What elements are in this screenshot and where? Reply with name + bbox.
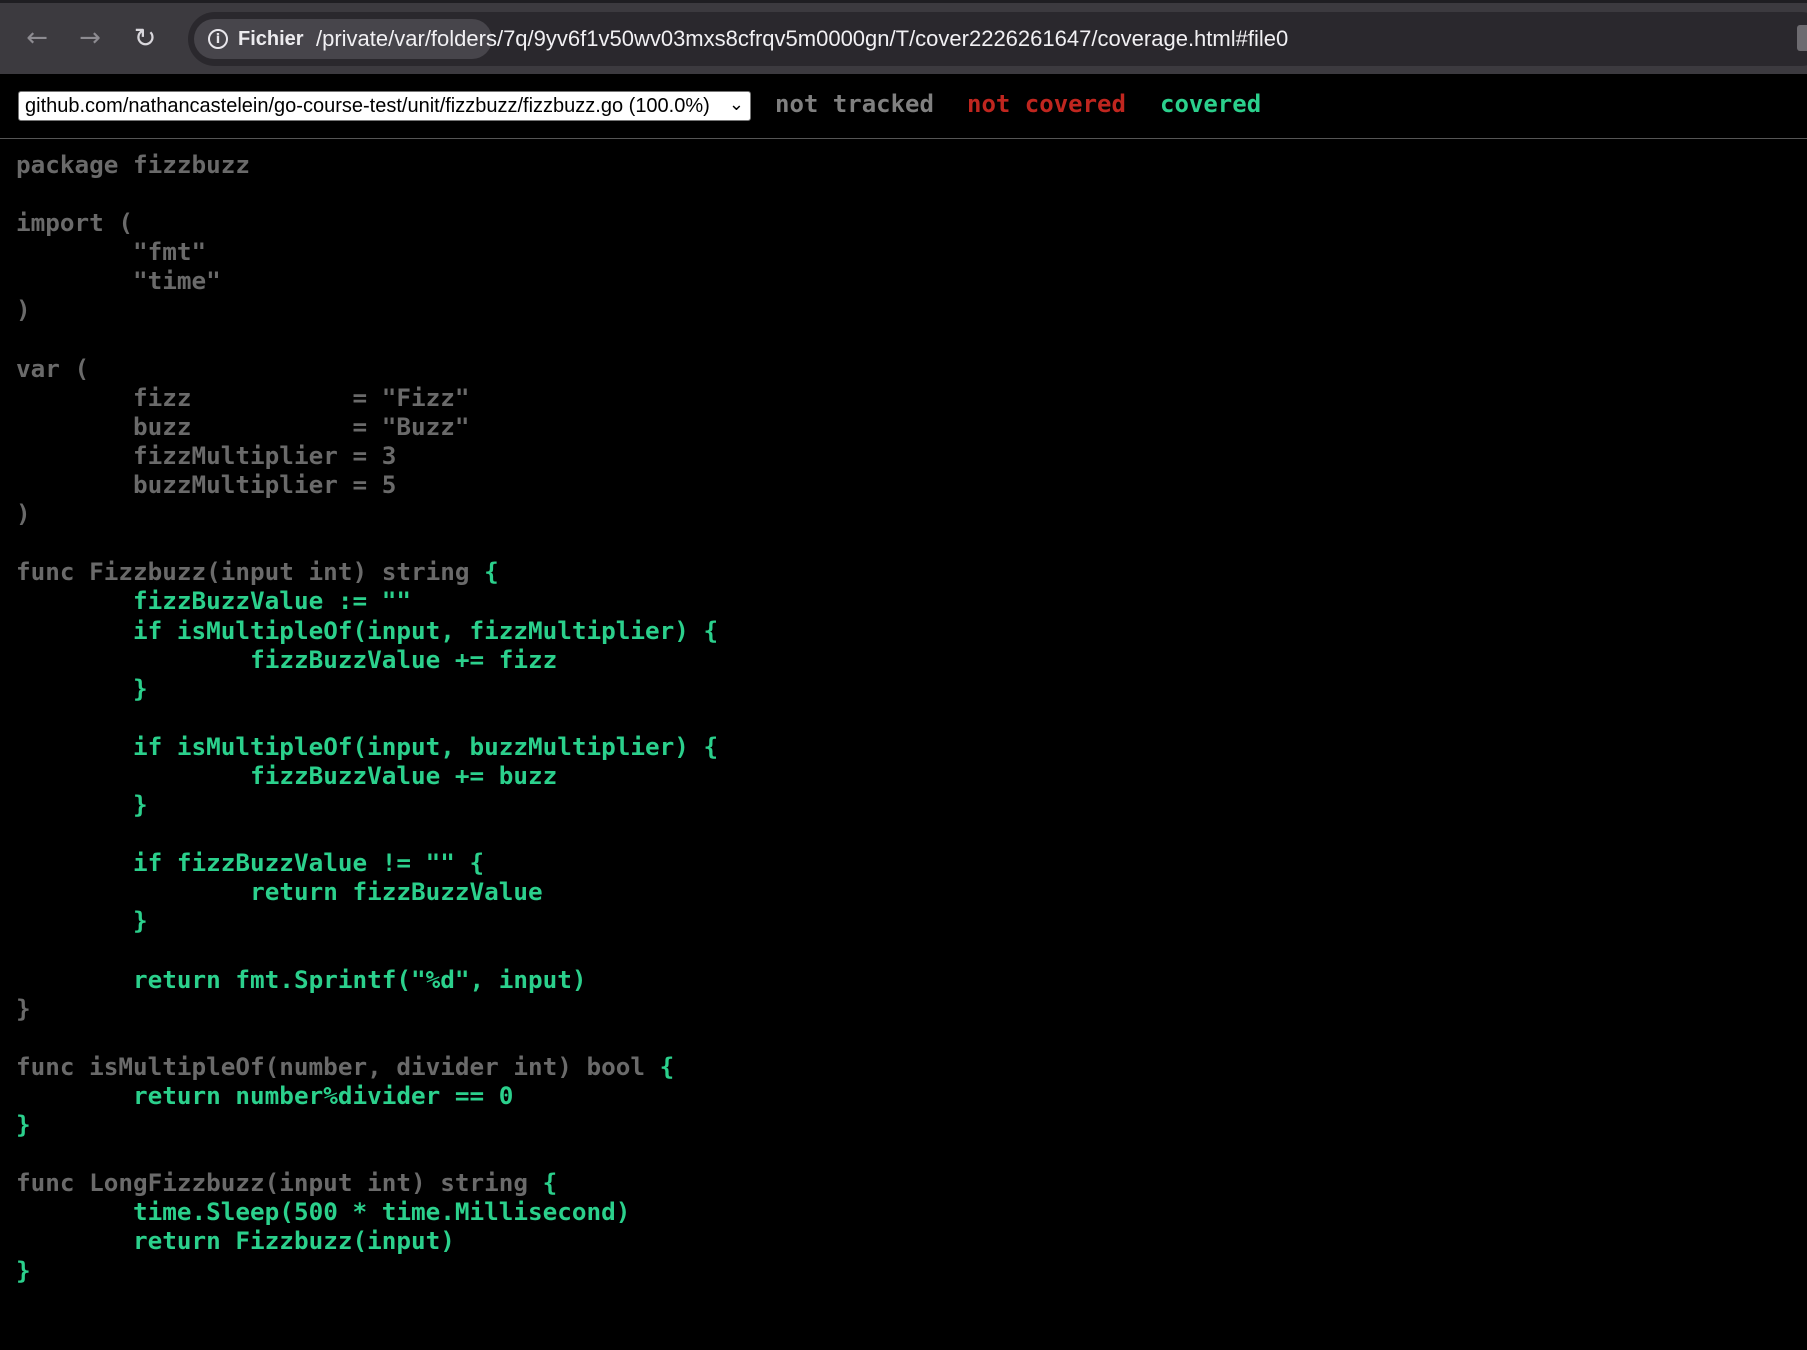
site-info-label: Fichier <box>238 27 304 50</box>
reload-button[interactable]: ↻ <box>128 21 162 55</box>
code-not-tracked: func LongFizzbuzz(input int) string <box>16 1168 528 1198</box>
browser-toolbar: ← → ↻ i Fichier /private/var/folders/7q/… <box>0 0 1807 74</box>
file-select-value: github.com/nathancastelein/go-course-tes… <box>25 94 710 117</box>
coverage-topbar: github.com/nathancastelein/go-course-tes… <box>0 74 1807 139</box>
code-covered: { fizzBuzzValue := "" if isMultipleOf(in… <box>133 557 719 994</box>
reload-icon: ↻ <box>133 22 157 54</box>
arrow-right-icon: → <box>79 23 101 53</box>
arrow-left-icon: ← <box>26 23 48 53</box>
chevron-down-icon: ⌄ <box>728 94 744 115</box>
forward-button[interactable]: → <box>73 21 107 55</box>
address-bar[interactable]: i Fichier /private/var/folders/7q/9yv6f1… <box>188 12 1807 66</box>
info-icon: i <box>208 29 228 49</box>
source-code: package fizzbuzz import ( "fmt" "time" )… <box>16 150 718 1285</box>
url-text[interactable]: /private/var/folders/7q/9yv6f1v50wv03mxs… <box>316 26 1288 52</box>
extension-icon[interactable] <box>1797 25 1807 51</box>
code-not-tracked: package fizzbuzz import ( "fmt" "time" )… <box>16 150 470 587</box>
legend-not-covered: not covered <box>967 90 1126 118</box>
legend-not-tracked: not tracked <box>775 90 934 118</box>
legend-covered: covered <box>1160 90 1262 118</box>
code-not-tracked: } func isMultipleOf(number, divider int)… <box>16 993 646 1081</box>
file-select[interactable]: github.com/nathancastelein/go-course-tes… <box>18 91 751 121</box>
back-button[interactable]: ← <box>20 21 54 55</box>
